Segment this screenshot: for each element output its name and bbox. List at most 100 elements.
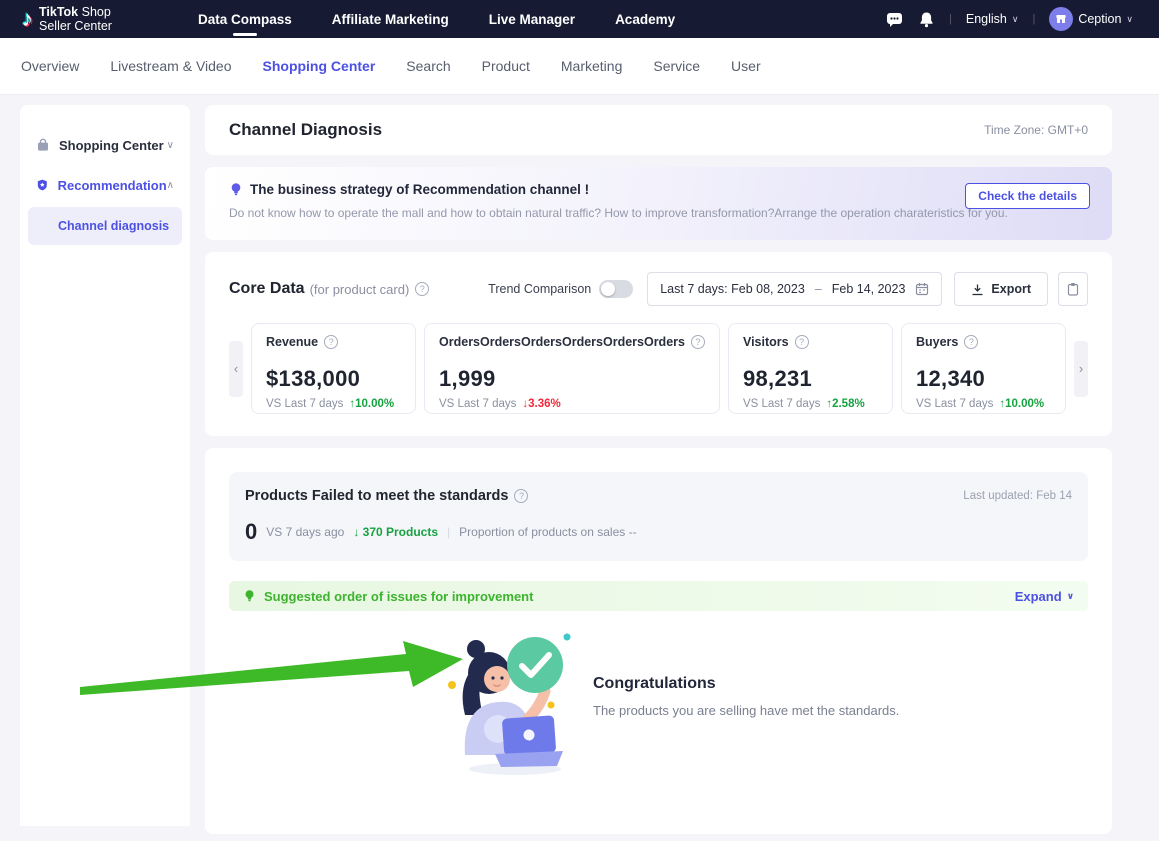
- page-header: Channel Diagnosis Time Zone: GMT+0: [205, 105, 1112, 155]
- proportion-label: Proportion of products on sales --: [459, 525, 636, 539]
- metric-card-visitors[interactable]: Visitors ? 98,231 VS Last 7 days ↑2.58%: [728, 323, 893, 414]
- help-icon[interactable]: ?: [795, 335, 809, 349]
- main-content: Channel Diagnosis Time Zone: GMT+0 The b…: [205, 105, 1112, 834]
- congratulations-block: Congratulations The products you are sel…: [229, 611, 1088, 841]
- metric-vs-label: VS Last 7 days: [266, 398, 343, 410]
- chevron-down-icon: ∨: [1126, 14, 1133, 25]
- nav-divider: |: [949, 13, 952, 25]
- yellow-dot: [548, 702, 555, 709]
- topnav-item-affiliate-marketing[interactable]: Affiliate Marketing: [332, 12, 449, 27]
- subnav-item-user[interactable]: User: [731, 58, 761, 74]
- subnav-item-marketing[interactable]: Marketing: [561, 58, 622, 74]
- metric-delta-up: ↑10.00%: [999, 398, 1044, 410]
- products-failed-panel: Products Failed to meet the standards ? …: [229, 472, 1088, 561]
- logo-text: TikTok Shop Seller Center: [39, 5, 112, 34]
- suggestion-bar: Suggested order of issues for improvemen…: [229, 581, 1088, 611]
- expand-button[interactable]: Expand ∨: [1015, 589, 1074, 604]
- secondary-navbar: Overview Livestream & Video Shopping Cen…: [0, 38, 1159, 95]
- calendar-icon: [915, 282, 929, 296]
- chat-icon[interactable]: [885, 10, 903, 28]
- check-details-button[interactable]: Check the details: [965, 183, 1090, 209]
- account-menu[interactable]: Ception ∨: [1049, 7, 1133, 31]
- sidebar-subitem-label: Channel diagnosis: [58, 219, 169, 233]
- metric-delta-down: ↓3.36%: [522, 398, 560, 410]
- metric-card-revenue[interactable]: Revenue ? $138,000 VS Last 7 days ↑10.00…: [251, 323, 416, 414]
- sidebar-item-label: Recommendation: [58, 178, 167, 193]
- metric-card-orders[interactable]: OrdersOrdersOrdersOrdersOrdersOrders ? 1…: [424, 323, 720, 414]
- core-data-title: Core Data: [229, 280, 305, 298]
- topnav-item-academy[interactable]: Academy: [615, 12, 675, 27]
- bulb-icon: [229, 182, 243, 197]
- metric-value: 98,231: [743, 366, 878, 392]
- suggestion-text: Suggested order of issues for improvemen…: [264, 589, 533, 604]
- core-data-subtitle: (for product card): [310, 282, 410, 297]
- metric-label: Revenue: [266, 335, 318, 350]
- products-failed-title: Products Failed to meet the standards: [245, 488, 508, 504]
- last-updated-label: Last updated: Feb 14: [963, 490, 1072, 502]
- expand-label: Expand: [1015, 589, 1062, 604]
- sidebar-item-shopping-center[interactable]: Shopping Center ∨: [20, 125, 190, 165]
- language-selector[interactable]: English ∨: [966, 12, 1019, 26]
- failed-count: 0: [245, 519, 257, 545]
- help-icon[interactable]: ?: [324, 335, 338, 349]
- chevron-down-icon: ∨: [1012, 14, 1019, 25]
- arrow-down-icon: ↓: [353, 525, 359, 539]
- help-icon[interactable]: ?: [964, 335, 978, 349]
- clipboard-icon: [1067, 282, 1079, 296]
- page-title: Channel Diagnosis: [229, 120, 382, 140]
- copy-button[interactable]: [1058, 272, 1088, 306]
- subnav-item-shopping-center[interactable]: Shopping Center: [263, 58, 376, 74]
- topnav-item-data-compass[interactable]: Data Compass: [198, 12, 292, 27]
- sidebar-item-label: Shopping Center: [59, 138, 164, 153]
- topnav-item-live-manager[interactable]: Live Manager: [489, 12, 575, 27]
- trend-comparison-toggle[interactable]: [599, 280, 633, 298]
- help-icon[interactable]: ?: [691, 335, 705, 349]
- date-range-separator: –: [815, 282, 822, 296]
- strategy-banner: The business strategy of Recommendation …: [205, 167, 1112, 240]
- subnav-item-product[interactable]: Product: [482, 58, 530, 74]
- metric-label: Visitors: [743, 335, 789, 350]
- banner-title: The business strategy of Recommendation …: [250, 182, 589, 197]
- tiktok-note-icon: ♪: [22, 8, 33, 30]
- vs-7-days-label: VS 7 days ago: [266, 525, 344, 539]
- subnav-item-search[interactable]: Search: [406, 58, 450, 74]
- metric-label: OrdersOrdersOrdersOrdersOrdersOrders: [439, 335, 685, 350]
- avatar: [1049, 7, 1073, 31]
- top-navbar: ♪ TikTok Shop Seller Center Data Compass…: [0, 0, 1159, 38]
- bell-icon[interactable]: [917, 10, 935, 28]
- products-standards-section: Products Failed to meet the standards ? …: [205, 448, 1112, 834]
- timezone-label: Time Zone: GMT+0: [984, 123, 1088, 137]
- metric-cards-row: ‹ Revenue ? $138,000 VS Last 7 days ↑10.…: [229, 323, 1088, 414]
- sidebar-item-recommendation[interactable]: Recommendation ∧: [20, 165, 190, 205]
- congratulations-illustration: [445, 623, 585, 778]
- banner-description: Do not know how to operate the mall and …: [229, 206, 1088, 220]
- tiktok-shop-logo[interactable]: ♪ TikTok Shop Seller Center: [22, 5, 112, 34]
- subnav-item-livestream-video[interactable]: Livestream & Video: [110, 58, 231, 74]
- nav-divider: |: [1032, 13, 1035, 25]
- metric-vs-label: VS Last 7 days: [916, 398, 993, 410]
- metric-value: 12,340: [916, 366, 1051, 392]
- logo-line2: Seller Center: [39, 19, 112, 33]
- metric-vs-label: VS Last 7 days: [743, 398, 820, 410]
- date-range-end: Feb 14, 2023: [832, 282, 906, 296]
- help-icon[interactable]: ?: [514, 489, 528, 503]
- export-button[interactable]: Export: [954, 272, 1048, 306]
- sidebar: Shopping Center ∨ Recommendation ∧ Chann…: [20, 105, 190, 826]
- date-range-picker[interactable]: Last 7 days: Feb 08, 2023 – Feb 14, 2023: [647, 272, 942, 306]
- help-icon[interactable]: ?: [415, 282, 429, 296]
- metric-value: 1,999: [439, 366, 705, 392]
- sidebar-item-channel-diagnosis[interactable]: Channel diagnosis: [28, 207, 182, 245]
- metric-value: $138,000: [266, 366, 401, 392]
- carousel-right-button[interactable]: ›: [1074, 341, 1088, 397]
- carousel-left-button[interactable]: ‹: [229, 341, 243, 397]
- teal-dot: [564, 634, 571, 641]
- products-delta: ↓ 370 Products: [353, 525, 438, 539]
- chevron-down-icon: ∨: [167, 140, 174, 151]
- metric-vs-label: VS Last 7 days: [439, 398, 516, 410]
- metric-card-buyers[interactable]: Buyers ? 12,340 VS Last 7 days ↑10.00%: [901, 323, 1066, 414]
- logo-brand-light: Shop: [78, 5, 111, 19]
- logo-brand: TikTok: [39, 5, 78, 19]
- subnav-item-overview[interactable]: Overview: [21, 58, 79, 74]
- subnav-item-service[interactable]: Service: [653, 58, 700, 74]
- export-label: Export: [991, 282, 1031, 296]
